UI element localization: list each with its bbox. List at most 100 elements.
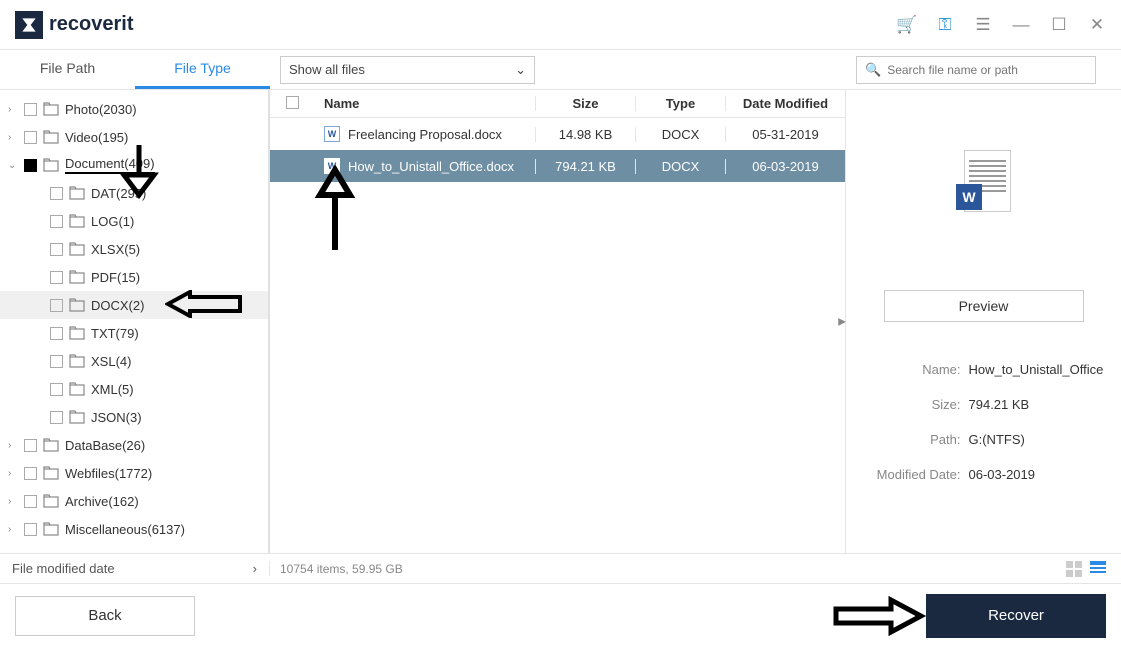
tree-item-database[interactable]: ›DataBase(26) [0, 431, 268, 459]
key-icon[interactable]: ⚿ [936, 16, 954, 34]
search-input[interactable] [887, 63, 1087, 77]
checkbox[interactable] [50, 243, 63, 256]
tree-item-miscellaneous[interactable]: › Miscellaneous(6137) [0, 515, 268, 543]
tree-label: DOCX(2) [91, 298, 144, 313]
checkbox[interactable] [24, 103, 37, 116]
search-box[interactable]: 🔍 [856, 56, 1096, 84]
table-row[interactable]: WFreelancing Proposal.docx14.98 KBDOCX05… [270, 118, 845, 150]
file-list: Name Size Type Date Modified W Freelancin… [270, 90, 846, 553]
folder-icon [43, 466, 59, 480]
tree-label: Photo(2030) [65, 102, 137, 117]
tree-item-photo[interactable]: ›Photo(2030) [0, 95, 268, 123]
tree-label: Webfiles(1772) [65, 466, 152, 481]
docx-icon: W [324, 126, 340, 142]
checkbox[interactable] [24, 495, 37, 508]
tree-item-log[interactable]: LOG(1) [0, 207, 268, 235]
minimize-icon[interactable]: — [1012, 16, 1030, 34]
checkbox[interactable] [50, 299, 63, 312]
tree-item-txt[interactable]: TXT(79) [0, 319, 268, 347]
meta-size-label: Size: [864, 397, 969, 412]
tree-item-xlsx[interactable]: XLSX(5) [0, 235, 268, 263]
tab-file-path[interactable]: File Path [0, 50, 135, 89]
docx-icon: W [324, 158, 340, 174]
back-button[interactable]: Back [15, 596, 195, 636]
grid-view-icon[interactable] [1066, 561, 1082, 577]
checkbox[interactable] [50, 215, 63, 228]
recover-button[interactable]: Recover [926, 594, 1106, 638]
search-icon: 🔍 [865, 62, 881, 78]
tree-label: LOG(1) [91, 214, 134, 229]
tree-label: Video(195) [65, 130, 128, 145]
meta-date: 06-03-2019 [969, 467, 1104, 482]
checkbox[interactable] [50, 327, 63, 340]
folder-icon [69, 382, 85, 396]
tree-label: DAT(295) [91, 186, 146, 201]
sidebar-tabs: File Path File Type [0, 50, 270, 89]
filter-bar: File modified date › 10754 items, 59.95 … [0, 553, 1121, 583]
annotation-arrow-right [831, 596, 926, 636]
filter-dropdown[interactable]: Show all files ⌄ [280, 56, 535, 84]
logo: recoverit [15, 11, 134, 39]
checkbox[interactable] [50, 383, 63, 396]
file-name: Freelancing Proposal.docx [348, 127, 502, 142]
tree-item-pdf[interactable]: PDF(15) [0, 263, 268, 291]
tree-label: Miscellaneous(6137) [65, 522, 185, 537]
tree-item-xml[interactable]: XML(5) [0, 375, 268, 403]
table-row[interactable]: WHow_to_Unistall_Office.docx794.21 KBDOC… [270, 150, 845, 182]
caret-icon: › [8, 524, 18, 535]
col-name[interactable]: Name [314, 96, 535, 111]
folder-icon [43, 522, 59, 536]
tree-item-docx[interactable]: DOCX(2) [0, 291, 268, 319]
checkbox[interactable] [50, 187, 63, 200]
tree-label: PDF(15) [91, 270, 140, 285]
checkbox[interactable] [24, 523, 37, 536]
checkbox[interactable] [50, 355, 63, 368]
tree-item-video[interactable]: ›Video(195) [0, 123, 268, 151]
close-icon[interactable]: ✕ [1088, 16, 1106, 34]
folder-icon [69, 214, 85, 228]
preview-thumbnail: W [956, 150, 1011, 220]
preview-button[interactable]: Preview [884, 290, 1084, 322]
app-name: recoverit [49, 13, 134, 36]
tree-item-archive[interactable]: ›Archive(162) [0, 487, 268, 515]
sidebar: ›Photo(2030)›Video(195)⌄Document(409)DAT… [0, 90, 270, 553]
chevron-down-icon: ⌄ [515, 62, 526, 78]
folder-icon [69, 186, 85, 200]
col-type[interactable]: Type [635, 96, 725, 111]
filter-label: Show all files [289, 62, 365, 77]
checkbox[interactable] [50, 271, 63, 284]
date-filter[interactable]: File modified date › [0, 561, 270, 576]
tree-item-document[interactable]: ⌄Document(409) [0, 151, 268, 179]
checkbox[interactable] [24, 439, 37, 452]
tab-file-type[interactable]: File Type [135, 50, 270, 89]
meta-name-label: Name: [864, 362, 969, 377]
folder-icon [43, 158, 59, 172]
folder-icon [43, 102, 59, 116]
tree-item-xsl[interactable]: XSL(4) [0, 347, 268, 375]
file-name: How_to_Unistall_Office.docx [348, 159, 514, 174]
folder-icon [69, 242, 85, 256]
file-size: 794.21 KB [535, 159, 635, 174]
folder-icon [43, 438, 59, 452]
expand-handle-icon[interactable]: ▶ [838, 316, 846, 327]
tree-label: Archive(162) [65, 494, 139, 509]
col-size[interactable]: Size [535, 96, 635, 111]
word-icon: W [956, 184, 982, 210]
folder-icon [69, 270, 85, 284]
list-view-icon[interactable] [1090, 561, 1106, 577]
checkbox[interactable] [24, 467, 37, 480]
tree-item-json[interactable]: JSON(3) [0, 403, 268, 431]
checkbox[interactable] [24, 159, 37, 172]
checkbox[interactable] [24, 131, 37, 144]
status-bar: 10754 items, 59.95 GB [270, 561, 1121, 577]
tree-item-dat[interactable]: DAT(295) [0, 179, 268, 207]
chevron-right-icon: › [253, 561, 257, 576]
cart-icon[interactable]: 🛒 [898, 16, 916, 34]
maximize-icon[interactable]: ☐ [1050, 16, 1068, 34]
tree-item-webfiles[interactable]: ›Webfiles(1772) [0, 459, 268, 487]
checkbox[interactable] [50, 411, 63, 424]
menu-icon[interactable]: ☰ [974, 16, 992, 34]
logo-icon [15, 11, 43, 39]
col-date[interactable]: Date Modified [725, 96, 845, 111]
select-all-checkbox[interactable] [286, 96, 299, 109]
